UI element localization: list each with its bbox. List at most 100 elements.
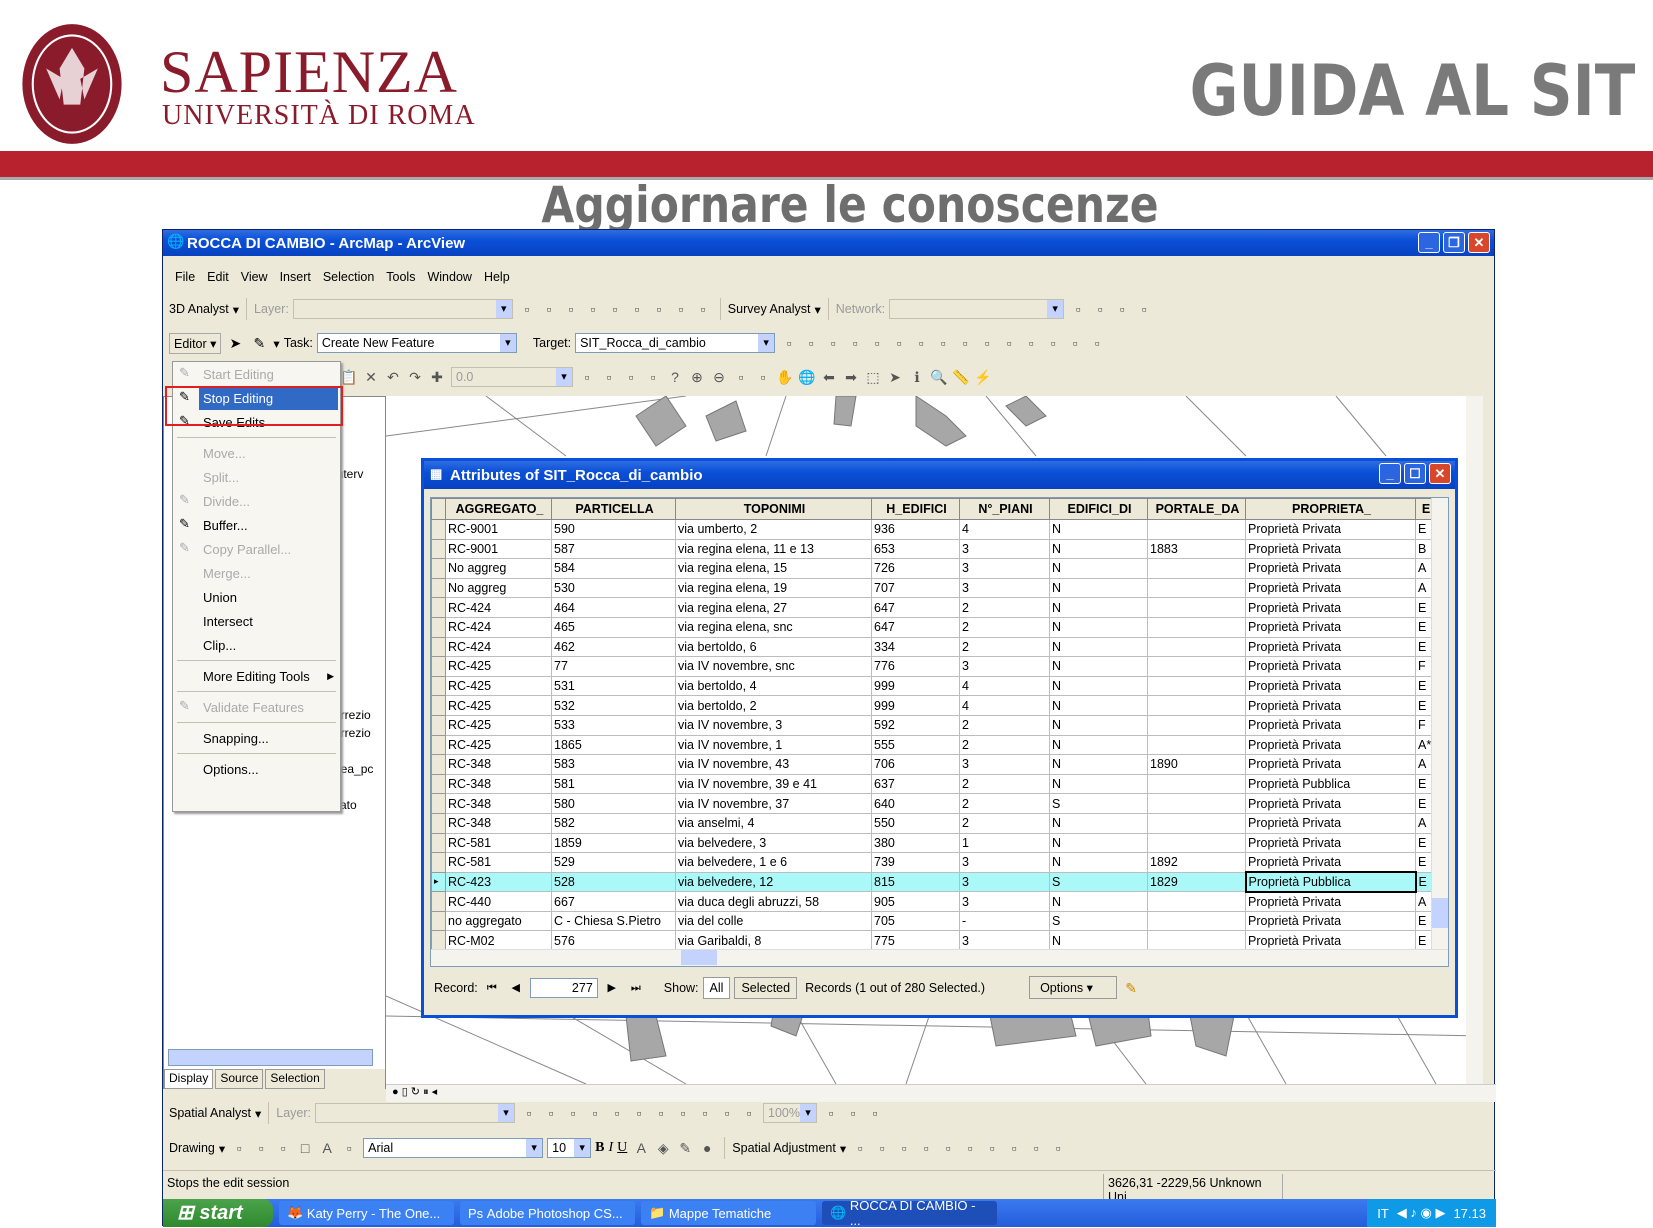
taskbar-item-arcmap[interactable]: 🌐 ROCCA DI CAMBIO - ... bbox=[822, 1198, 997, 1228]
table-cell[interactable]: N bbox=[1049, 773, 1148, 795]
table-cell[interactable] bbox=[1147, 773, 1246, 795]
column-header[interactable]: EDIFICI_DI bbox=[1049, 498, 1148, 520]
table-cell[interactable]: via anselmi, 4 bbox=[675, 812, 872, 834]
table-cell[interactable]: RC-425 bbox=[445, 695, 552, 716]
row-selector[interactable] bbox=[431, 812, 446, 834]
back-extent-icon[interactable]: ⬅ bbox=[819, 367, 839, 387]
table-cell[interactable]: 581 bbox=[551, 773, 676, 795]
row-selector[interactable] bbox=[431, 695, 446, 716]
table-cell[interactable]: Proprietà Pubblica bbox=[1245, 773, 1416, 795]
adjust-icon[interactable]: ▫ bbox=[982, 1138, 1002, 1158]
table-cell[interactable] bbox=[1147, 812, 1246, 834]
row-selector[interactable] bbox=[431, 538, 446, 560]
table-cell[interactable]: N bbox=[1049, 616, 1148, 638]
paste-icon[interactable]: 📋 bbox=[339, 367, 359, 387]
table-cell[interactable]: 550 bbox=[871, 812, 960, 834]
table-cell[interactable]: N bbox=[1049, 695, 1148, 716]
font-size-dropdown[interactable]: 10 bbox=[547, 1138, 592, 1158]
options-button[interactable]: Options ▾ bbox=[1029, 976, 1118, 999]
layout-zoom-in-icon[interactable]: ▫ bbox=[563, 1103, 583, 1123]
identify-icon[interactable]: ℹ bbox=[907, 367, 927, 387]
undo-icon[interactable]: ↶ bbox=[383, 367, 403, 387]
fixed-zoom-out-layout-icon[interactable]: ▫ bbox=[695, 1103, 715, 1123]
map-vertical-scrollbar[interactable] bbox=[1466, 396, 1483, 1084]
rectangle-icon[interactable]: □ bbox=[295, 1138, 315, 1158]
tab-selection[interactable]: Selection bbox=[265, 1069, 325, 1089]
table-row[interactable]: RC-9001 587 via regina elena, 11 e 13 653 3 N… bbox=[431, 538, 1435, 560]
table-cell[interactable]: 705 bbox=[871, 910, 960, 932]
table-cell[interactable]: 3 bbox=[959, 538, 1050, 560]
redo-icon[interactable]: ↷ bbox=[405, 367, 425, 387]
editor-toolbar-icon[interactable]: ▫ bbox=[577, 367, 597, 387]
full-extent-icon[interactable]: 🌐 bbox=[797, 367, 817, 387]
table-cell[interactable]: RC-425 bbox=[445, 656, 552, 677]
table-row[interactable]: ▸ RC-423 528 via belvedere, 12 815 3 S 1829 Prop… bbox=[431, 871, 1435, 893]
edit-pencil-icon[interactable]: ✎ bbox=[1121, 978, 1141, 998]
pan-icon[interactable]: ✋ bbox=[775, 367, 795, 387]
steepest-path-icon[interactable]: ▫ bbox=[561, 299, 581, 319]
table-cell[interactable]: 3 bbox=[959, 891, 1050, 912]
table-row[interactable]: RC-440 667 via duca degli abruzzi, 58 905 3 N… bbox=[431, 891, 1435, 912]
menu-item-buffer[interactable]: ✎ Buffer... bbox=[173, 513, 340, 537]
table-row[interactable]: RC-9001 590 via umberto, 2 936 4 N Proprietà P… bbox=[431, 519, 1435, 540]
row-selector[interactable] bbox=[431, 675, 446, 697]
table-cell[interactable]: RC-425 bbox=[445, 675, 552, 697]
new-displacement-link-icon[interactable]: ▫ bbox=[872, 1138, 892, 1158]
row-selector[interactable] bbox=[431, 754, 446, 775]
task-dropdown[interactable]: Create New Feature bbox=[316, 333, 517, 353]
spatial-adjustment-menu[interactable]: Spatial Adjustment bbox=[732, 1141, 836, 1155]
marker-color-icon[interactable]: ● bbox=[697, 1138, 717, 1158]
table-cell[interactable]: 815 bbox=[871, 871, 960, 893]
table-cell[interactable]: RC-348 bbox=[445, 754, 552, 775]
table-cell[interactable]: no aggregato bbox=[445, 910, 552, 932]
table-cell[interactable]: Proprietà Privata bbox=[1245, 636, 1416, 658]
table-row[interactable]: No aggreg 584 via regina elena, 15 726 3 N Pro… bbox=[431, 558, 1435, 579]
table-cell[interactable]: 2 bbox=[959, 636, 1050, 658]
menu-item-clip[interactable]: Clip... bbox=[173, 633, 340, 657]
table-cell[interactable]: N bbox=[1049, 852, 1148, 873]
fixed-zoom-in-icon[interactable]: ▫ bbox=[731, 367, 751, 387]
row-selector[interactable] bbox=[431, 616, 446, 638]
change-layout-icon[interactable]: ▫ bbox=[865, 1103, 885, 1123]
table-cell[interactable]: 582 bbox=[551, 812, 676, 834]
next-record-button[interactable]: ▶ bbox=[602, 978, 622, 998]
table-cell[interactable]: 529 bbox=[551, 852, 676, 873]
show-all-button[interactable]: All bbox=[702, 976, 731, 999]
measure-icon[interactable]: 📏 bbox=[951, 367, 971, 387]
table-cell[interactable]: - bbox=[959, 910, 1050, 932]
menu-help[interactable]: Help bbox=[484, 270, 510, 284]
rotate-icon[interactable]: ▫ bbox=[251, 1138, 271, 1158]
show-selected-button[interactable]: Selected bbox=[734, 976, 798, 999]
table-cell[interactable]: 1883 bbox=[1147, 538, 1246, 560]
edit-tool-arrow-icon[interactable]: ➤ bbox=[225, 333, 245, 353]
tab-source[interactable]: Source bbox=[215, 1069, 264, 1089]
table-cell[interactable]: 1829 bbox=[1147, 871, 1246, 893]
table-vertical-scrollbar[interactable] bbox=[1431, 498, 1448, 950]
arccatalog-icon[interactable]: ▫ bbox=[621, 367, 641, 387]
map-topology-icon[interactable]: ▫ bbox=[977, 333, 997, 353]
table-cell[interactable]: 4 bbox=[959, 695, 1050, 716]
survey-analyst-menu[interactable]: Survey Analyst bbox=[728, 302, 811, 316]
table-cell[interactable]: Proprietà Privata bbox=[1245, 891, 1416, 912]
table-cell[interactable] bbox=[1147, 734, 1246, 756]
table-cell[interactable]: RC-424 bbox=[445, 597, 552, 618]
record-number-input[interactable]: 277 bbox=[529, 977, 598, 998]
arctoolbox-icon[interactable]: ▫ bbox=[599, 367, 619, 387]
table-row[interactable]: RC-348 583 via IV novembre, 43 706 3 N 1890 Pro… bbox=[431, 754, 1435, 775]
spatial-analyst-menu[interactable]: Spatial Analyst bbox=[169, 1106, 251, 1120]
row-selector[interactable] bbox=[431, 832, 446, 854]
table-cell[interactable]: 1865 bbox=[551, 734, 676, 756]
table-row[interactable]: RC-425 1865 via IV novembre, 1 555 2 N Proprie… bbox=[431, 734, 1435, 756]
row-selector[interactable] bbox=[431, 636, 446, 658]
table-cell[interactable]: RC-348 bbox=[445, 812, 552, 834]
menu-view[interactable]: View bbox=[241, 270, 268, 284]
table-cell[interactable]: via regina elena, snc bbox=[675, 616, 872, 638]
table-cell[interactable]: via duca degli abruzzi, 58 bbox=[675, 891, 872, 912]
table-cell[interactable]: 2 bbox=[959, 734, 1050, 756]
table-cell[interactable]: 706 bbox=[871, 754, 960, 775]
close-button[interactable]: ✕ bbox=[1468, 232, 1490, 253]
table-cell[interactable]: N bbox=[1049, 538, 1148, 560]
table-cell[interactable]: 334 bbox=[871, 636, 960, 658]
row-selector[interactable]: ▸ bbox=[431, 871, 446, 893]
extra-icon[interactable]: ▫ bbox=[1087, 333, 1107, 353]
